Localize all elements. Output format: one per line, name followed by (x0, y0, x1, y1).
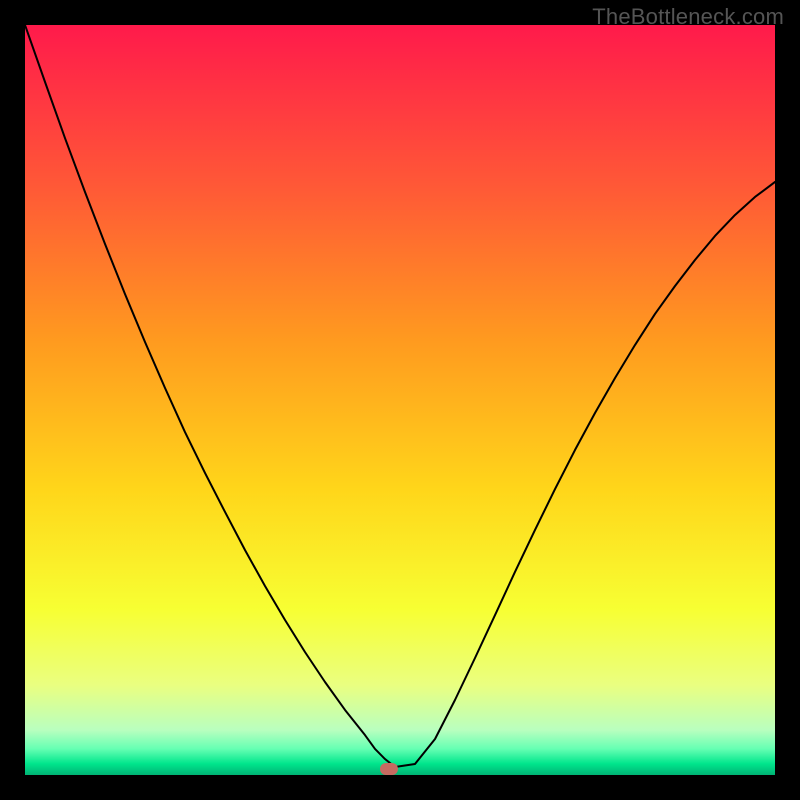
bottleneck-curve-path (25, 25, 775, 767)
chart-stage: TheBottleneck.com (0, 0, 800, 800)
optimal-point-marker (380, 763, 398, 775)
curve-layer (25, 25, 775, 775)
plot-area (25, 25, 775, 775)
